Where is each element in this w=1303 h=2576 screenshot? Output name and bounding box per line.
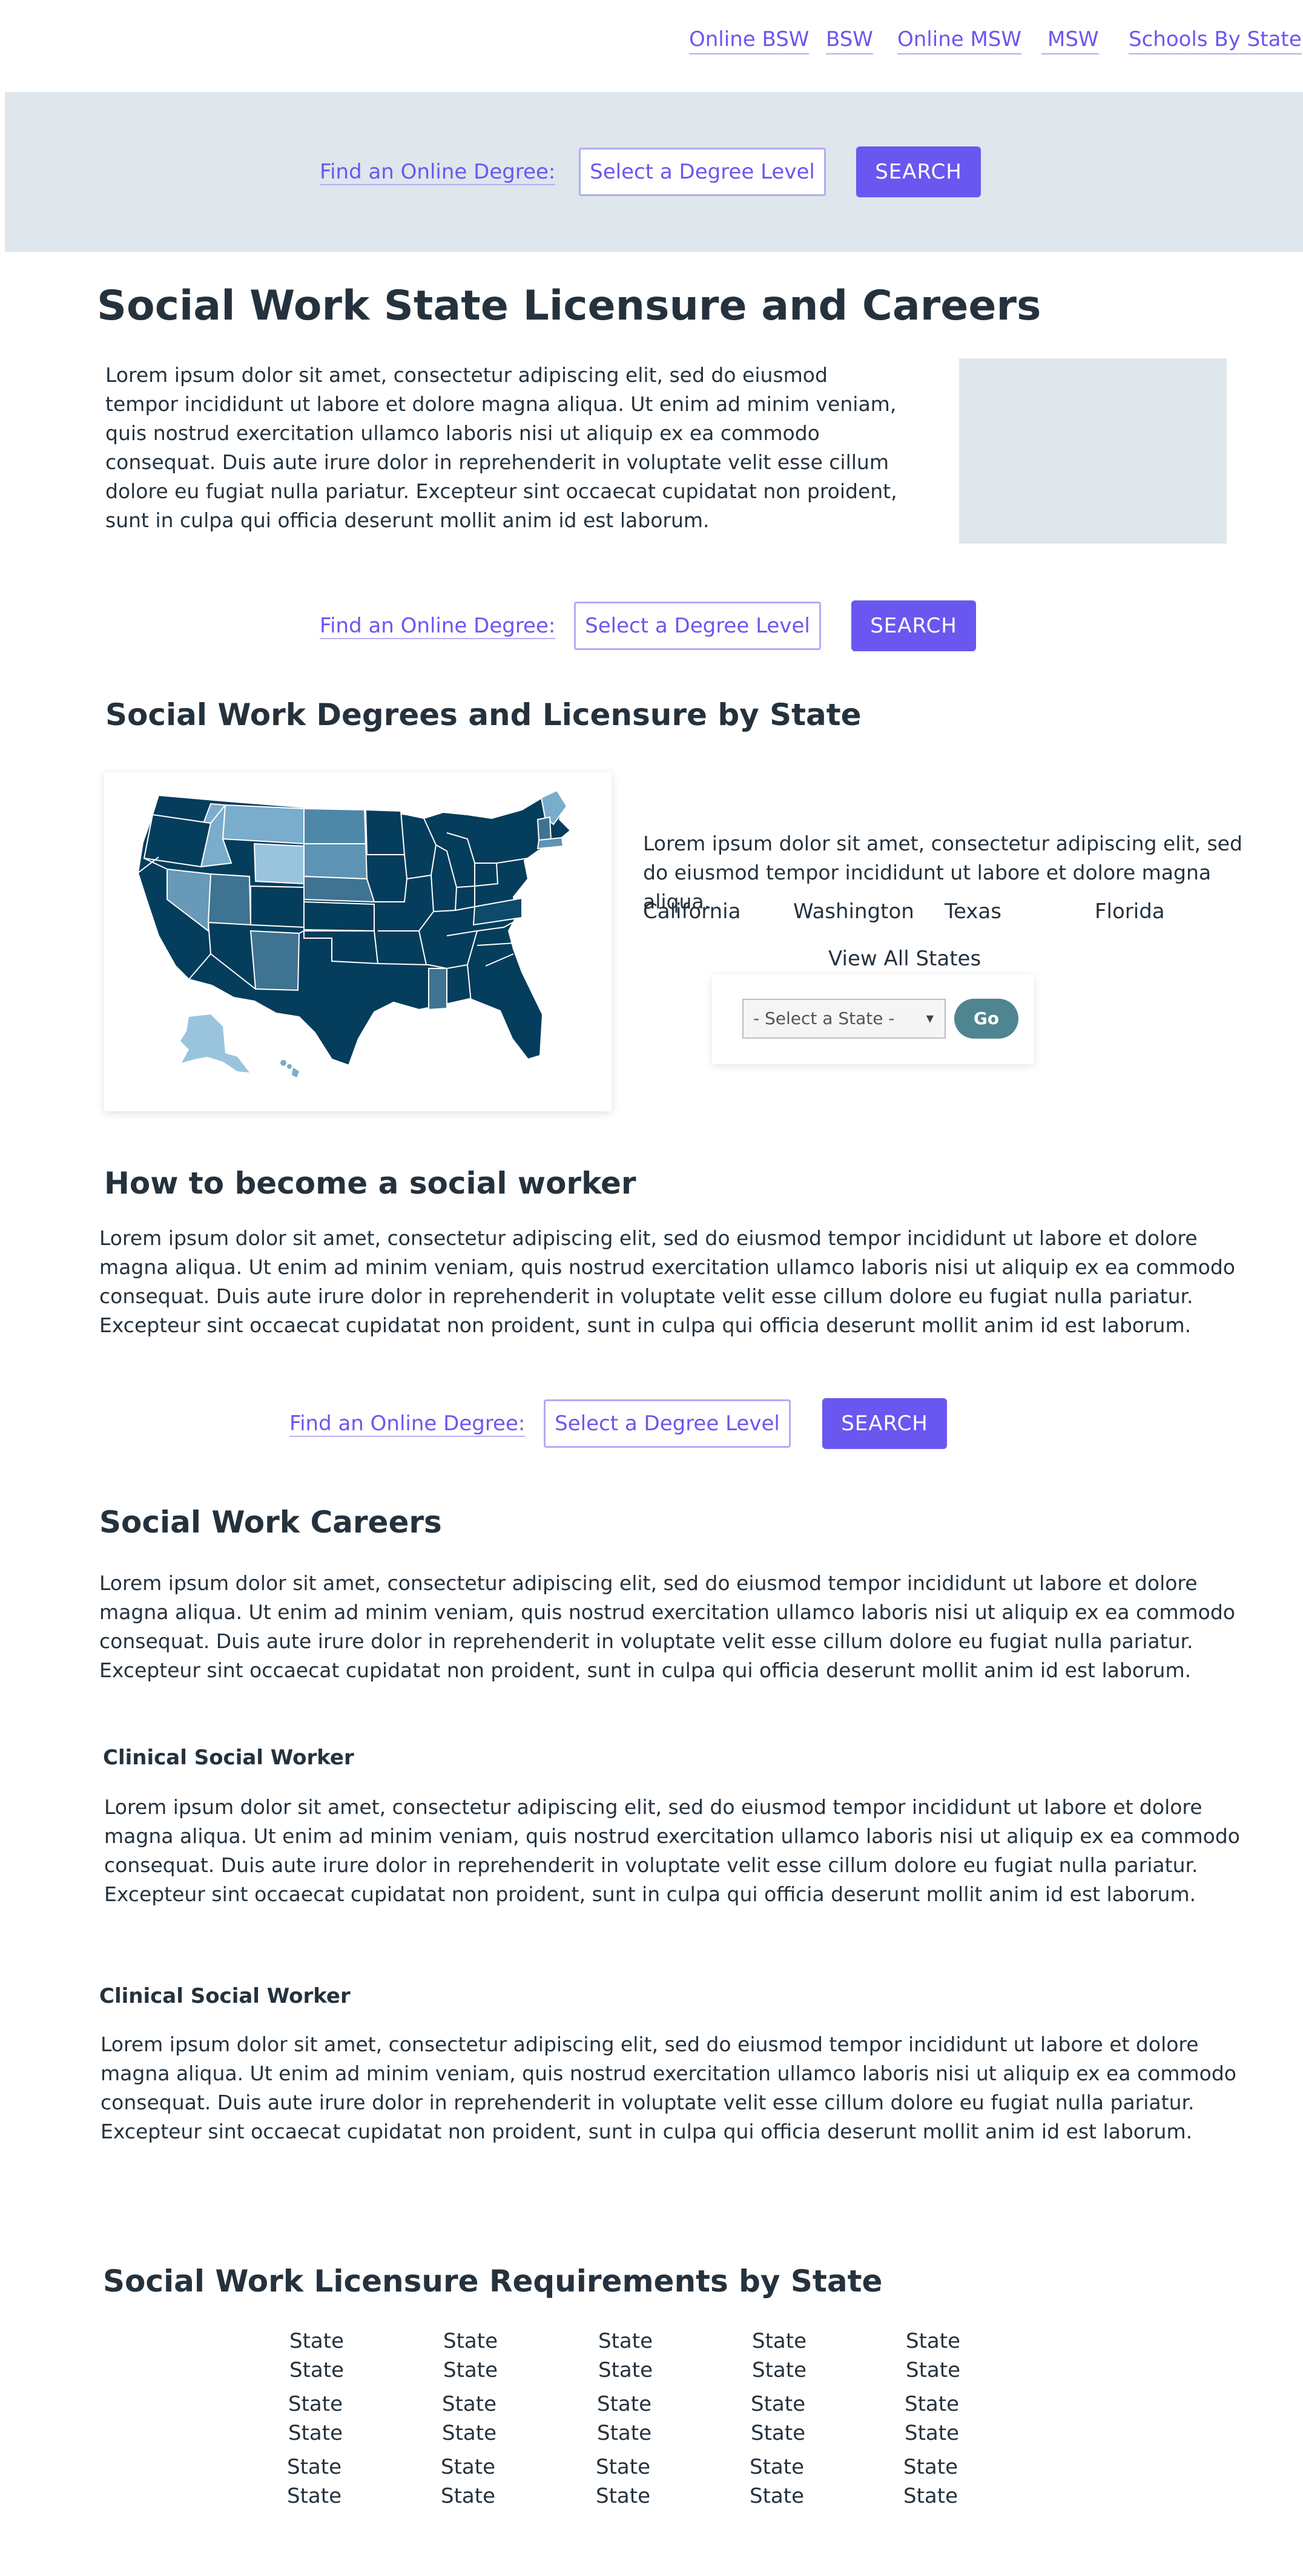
south-dakota-shape [303,843,368,880]
nav-link-bsw[interactable]: BSW [826,25,873,54]
state-picker-card: - Select a State - ▼ Go [712,974,1034,1064]
search-button[interactable]: SEARCH [822,1398,947,1449]
state-requirements-link[interactable]: State [597,2391,652,2417]
alaska-shape [180,1014,249,1073]
search-button[interactable]: SEARCH [851,600,976,651]
state-requirements-link[interactable]: State [442,2391,496,2417]
state-link-florida[interactable]: Florida [1095,898,1165,925]
state-requirements-link[interactable]: State [443,2357,498,2384]
state-requirements-link[interactable]: State [596,2483,650,2509]
state-requirements-link[interactable]: State [905,2420,959,2446]
north-dakota-shape [303,807,367,844]
state-requirements-link[interactable]: State [750,2483,804,2509]
state-requirements-link[interactable]: State [903,2454,958,2480]
state-requirements-link[interactable]: State [906,2357,960,2384]
state-requirements-link[interactable]: State [906,2328,960,2354]
state-requirements-link[interactable]: State [752,2357,807,2384]
search-button[interactable]: SEARCH [856,146,981,197]
find-degree-label[interactable]: Find an Online Degree: [320,160,556,185]
degree-search: Find an Online Degree: Select a Degree L… [320,146,986,197]
view-all-states-link[interactable]: View All States [828,945,981,972]
state-requirements-link[interactable]: State [598,2328,653,2354]
nav-link-online-bsw[interactable]: Online BSW [689,25,810,54]
state-requirements-link[interactable]: State [752,2328,807,2354]
state-select-value: - Select a State - [753,1008,895,1028]
us-map[interactable] [104,772,612,1111]
state-requirements-link[interactable]: State [903,2483,958,2509]
state-requirements-link[interactable]: State [289,2328,344,2354]
career-title-1: Clinical Social Worker [103,1746,354,1770]
caret-down-icon: ▼ [926,1013,934,1024]
degree-search-3: Find an Online Degree: Select a Degree L… [289,1398,955,1449]
state-requirements-link[interactable]: State [442,2420,496,2446]
page-title: Social Work State Licensure and Careers [97,282,1041,330]
state-requirements-link[interactable]: State [441,2483,495,2509]
career-text-1: Lorem ipsum dolor sit amet, consectetur … [104,1795,1240,1906]
go-button[interactable]: Go [954,999,1018,1039]
career-title-2: Clinical Social Worker [99,1984,351,2008]
state-link-texas[interactable]: Texas [945,898,1001,925]
mississippi-shape [428,968,447,1011]
kansas-shape [303,901,375,932]
state-requirements-link[interactable]: State [598,2357,653,2384]
wyoming-shape [253,843,305,885]
new-mexico-shape [249,930,300,991]
by-state-heading: Social Work Degrees and Licensure by Sta… [105,697,862,732]
degree-level-select[interactable]: Select a Degree Level [574,602,821,650]
minnesota-shape [365,809,406,855]
nav-link-msw[interactable]: MSW [1041,25,1099,54]
state-requirements-link[interactable]: State [287,2483,341,2509]
colorado-shape [250,885,305,928]
state-requirements-link[interactable]: State [905,2391,959,2417]
hawaii-shape [280,1060,299,1077]
nav-link-online-msw[interactable]: Online MSW [897,25,1022,54]
state-link-washington[interactable]: Washington [793,898,914,925]
careers-heading: Social Work Careers [99,1505,442,1540]
state-requirements-link[interactable]: State [596,2454,650,2480]
intro-text: Lorem ipsum dolor sit amet, consectetur … [105,363,897,532]
state-select[interactable]: - Select a State - ▼ [742,999,946,1039]
requirements-heading: Social Work Licensure Requirements by St… [103,2264,883,2299]
find-degree-label[interactable]: Find an Online Degree: [289,1411,526,1437]
become-text: Lorem ipsum dolor sit amet, consectetur … [99,1226,1235,1337]
state-requirements-link[interactable]: State [288,2391,343,2417]
career-text-2: Lorem ipsum dolor sit amet, consectetur … [101,2032,1236,2143]
state-requirements-link[interactable]: State [597,2420,652,2446]
intro-image-placeholder [959,358,1227,544]
us-map-card [104,772,612,1111]
state-requirements-link[interactable]: State [441,2454,495,2480]
massachusetts-shape [536,836,564,850]
state-requirements-link[interactable]: State [751,2420,805,2446]
state-link-california[interactable]: California [643,898,741,925]
degree-level-select[interactable]: Select a Degree Level [544,1399,791,1448]
oregon-shape [143,813,212,868]
utah-shape [207,873,252,926]
become-heading: How to become a social worker [104,1166,636,1201]
search-band: Find an Online Degree: Select a Degree L… [5,92,1303,252]
degree-level-select[interactable]: Select a Degree Level [579,148,826,196]
state-requirements-link[interactable]: State [288,2420,343,2446]
montana-shape [222,804,305,845]
careers-text: Lorem ipsum dolor sit amet, consectetur … [99,1571,1235,1682]
vermont-nh-shape [536,816,552,841]
state-requirements-link[interactable]: State [289,2357,344,2384]
state-requirements-link[interactable]: State [287,2454,341,2480]
state-requirements-link[interactable]: State [443,2328,498,2354]
nebraska-shape [303,875,375,903]
find-degree-label[interactable]: Find an Online Degree: [320,614,556,639]
state-requirements-link[interactable]: State [750,2454,804,2480]
nav-link-schools-by-state[interactable]: Schools By State [1129,25,1302,54]
state-requirements-link[interactable]: State [751,2391,805,2417]
degree-search-2: Find an Online Degree: Select a Degree L… [320,600,986,651]
